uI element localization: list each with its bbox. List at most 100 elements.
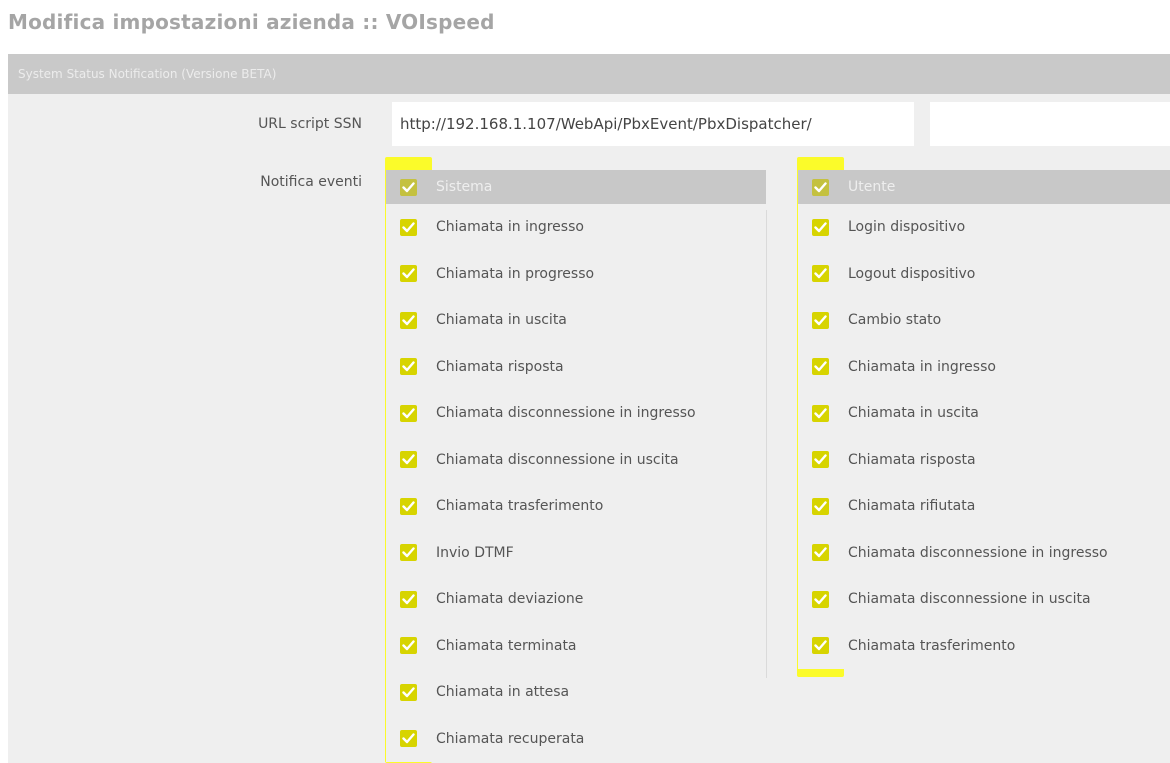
checkbox-checked-icon xyxy=(399,451,417,469)
checkbox-checked-icon xyxy=(399,218,417,236)
checkbox-checked-icon xyxy=(399,637,417,655)
system-event-checkbox[interactable] xyxy=(386,311,430,329)
user-all-checkbox[interactable] xyxy=(798,178,842,196)
checkbox-checked-icon xyxy=(811,178,829,196)
user-event-row: Login dispositivo xyxy=(798,204,1170,251)
system-event-checkbox[interactable] xyxy=(386,451,430,469)
system-event-label: Chiamata in uscita xyxy=(436,312,567,329)
system-event-label: Chiamata disconnessione in uscita xyxy=(436,451,679,468)
user-event-label: Chiamata disconnessione in uscita xyxy=(848,591,1091,608)
system-event-checkbox[interactable] xyxy=(386,404,430,422)
system-event-label: Chiamata trasferimento xyxy=(436,498,604,515)
system-column-border xyxy=(766,210,767,678)
user-header-label: Utente xyxy=(848,179,896,195)
checkbox-checked-icon xyxy=(811,404,829,422)
system-event-label: Chiamata terminata xyxy=(436,637,577,654)
user-event-checkbox[interactable] xyxy=(798,497,842,515)
user-event-checkbox[interactable] xyxy=(798,218,842,236)
user-event-checkbox[interactable] xyxy=(798,358,842,376)
checkbox-checked-icon xyxy=(811,218,829,236)
page-title: Modifica impostazioni azienda :: VOIspee… xyxy=(8,10,495,34)
system-event-checkbox[interactable] xyxy=(386,683,430,701)
checkbox-checked-icon xyxy=(399,590,417,608)
system-event-row: Chiamata in attesa xyxy=(386,669,766,716)
user-event-label: Chiamata risposta xyxy=(848,451,976,468)
system-event-list: Chiamata in ingresso Chiamata in progress… xyxy=(386,204,766,762)
user-event-checkbox[interactable] xyxy=(798,590,842,608)
url-input-extension xyxy=(930,102,1170,146)
user-event-row: Chiamata disconnessione in uscita xyxy=(798,576,1170,623)
user-event-checkbox[interactable] xyxy=(798,451,842,469)
user-event-row: Chiamata in uscita xyxy=(798,390,1170,437)
system-event-row: Chiamata in progresso xyxy=(386,251,766,298)
user-event-row: Chiamata trasferimento xyxy=(798,623,1170,670)
system-event-label: Chiamata deviazione xyxy=(436,591,584,608)
user-event-label: Login dispositivo xyxy=(848,219,966,236)
user-event-list: Login dispositivo Logout dispositivo Cambi… xyxy=(798,204,1170,669)
user-event-label: Logout dispositivo xyxy=(848,265,976,282)
checkbox-checked-icon xyxy=(811,497,829,515)
checkbox-checked-icon xyxy=(811,358,829,376)
checkbox-checked-icon xyxy=(399,265,417,283)
system-header-label: Sistema xyxy=(436,179,493,195)
user-event-checkbox[interactable] xyxy=(798,544,842,562)
system-event-label: Chiamata recuperata xyxy=(436,730,585,747)
system-event-row: Invio DTMF xyxy=(386,530,766,577)
user-event-label: Chiamata in ingresso xyxy=(848,358,996,375)
checkbox-checked-icon xyxy=(399,178,417,196)
user-event-row: Chiamata risposta xyxy=(798,437,1170,484)
events-label: Notifica eventi xyxy=(260,174,362,190)
system-event-row: Chiamata recuperata xyxy=(386,716,766,763)
system-event-row: Chiamata disconnessione in ingresso xyxy=(386,390,766,437)
checkbox-checked-icon xyxy=(811,637,829,655)
system-event-checkbox[interactable] xyxy=(386,637,430,655)
checkbox-checked-icon xyxy=(399,497,417,515)
user-event-label: Chiamata trasferimento xyxy=(848,637,1016,654)
system-event-label: Chiamata in ingresso xyxy=(436,219,584,236)
panel-header: System Status Notification (Versione BET… xyxy=(8,54,1170,94)
user-event-row: Logout dispositivo xyxy=(798,251,1170,298)
checkbox-checked-icon xyxy=(399,683,417,701)
user-event-label: Cambio stato xyxy=(848,312,942,329)
system-event-row: Chiamata risposta xyxy=(386,344,766,391)
user-event-label: Chiamata rifiutata xyxy=(848,498,976,515)
checkbox-checked-icon xyxy=(399,544,417,562)
checkbox-checked-icon xyxy=(811,544,829,562)
user-event-label: Chiamata disconnessione in ingresso xyxy=(848,544,1108,561)
url-script-input[interactable] xyxy=(392,102,914,146)
checkbox-checked-icon xyxy=(811,590,829,608)
system-event-checkbox[interactable] xyxy=(386,265,430,283)
user-event-checkbox[interactable] xyxy=(798,265,842,283)
system-all-checkbox[interactable] xyxy=(386,178,430,196)
system-event-checkbox[interactable] xyxy=(386,730,430,748)
user-column: Utente Login dispositivo Logout dispositi… xyxy=(798,170,1170,669)
checkbox-checked-icon xyxy=(811,311,829,329)
system-header: Sistema xyxy=(386,170,766,204)
system-event-label: Invio DTMF xyxy=(436,544,514,561)
user-event-checkbox[interactable] xyxy=(798,404,842,422)
system-event-checkbox[interactable] xyxy=(386,544,430,562)
system-event-checkbox[interactable] xyxy=(386,218,430,236)
system-event-row: Chiamata disconnessione in uscita xyxy=(386,437,766,484)
user-event-checkbox[interactable] xyxy=(798,637,842,655)
system-event-checkbox[interactable] xyxy=(386,590,430,608)
system-event-row: Chiamata in ingresso xyxy=(386,204,766,251)
system-event-label: Chiamata in progresso xyxy=(436,265,595,282)
checkbox-checked-icon xyxy=(399,404,417,422)
system-event-checkbox[interactable] xyxy=(386,358,430,376)
system-event-row: Chiamata deviazione xyxy=(386,576,766,623)
user-event-checkbox[interactable] xyxy=(798,311,842,329)
system-event-checkbox[interactable] xyxy=(386,497,430,515)
user-header: Utente xyxy=(798,170,1170,204)
system-column: Sistema Chiamata in ingresso Chiamata in … xyxy=(386,170,766,762)
checkbox-checked-icon xyxy=(811,451,829,469)
url-label: URL script SSN xyxy=(258,116,362,132)
system-event-row: Chiamata trasferimento xyxy=(386,483,766,530)
system-event-label: Chiamata in attesa xyxy=(436,684,570,701)
user-event-row: Chiamata in ingresso xyxy=(798,344,1170,391)
system-event-row: Chiamata in uscita xyxy=(386,297,766,344)
system-event-row: Chiamata terminata xyxy=(386,623,766,670)
user-event-row: Cambio stato xyxy=(798,297,1170,344)
user-event-label: Chiamata in uscita xyxy=(848,405,979,422)
user-event-row: Chiamata disconnessione in ingresso xyxy=(798,530,1170,577)
